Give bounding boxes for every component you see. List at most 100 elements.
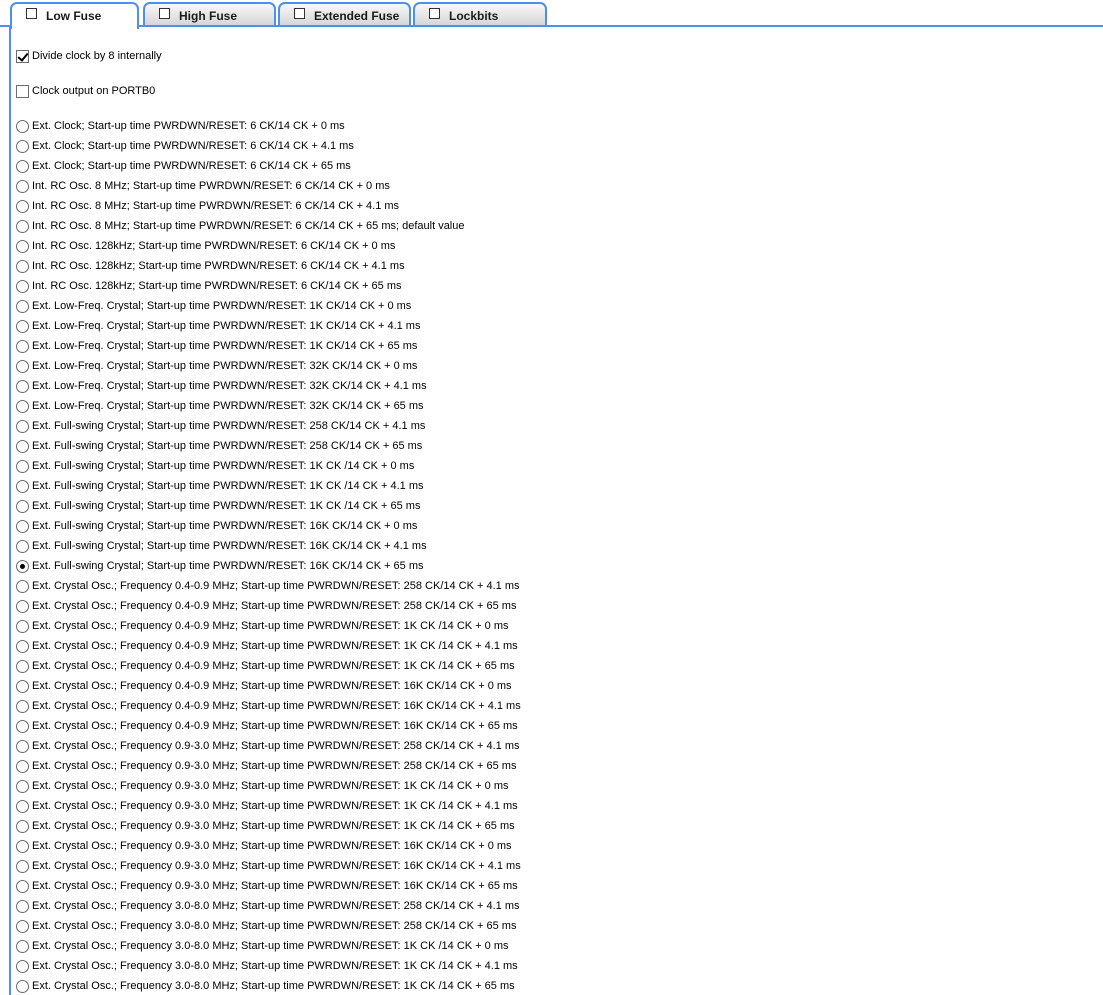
- radio-button[interactable]: [16, 719, 29, 733]
- clock-option-row[interactable]: Int. RC Osc. 8 MHz; Start-up time PWRDWN…: [16, 218, 465, 234]
- tab-high-fuse[interactable]: High Fuse: [143, 2, 276, 25]
- radio-button[interactable]: [16, 239, 29, 253]
- radio-button[interactable]: [16, 479, 29, 493]
- clock-option-row[interactable]: Ext. Crystal Osc.; Frequency 0.9-3.0 MHz…: [16, 838, 512, 854]
- clock-option-row[interactable]: Int. RC Osc. 8 MHz; Start-up time PWRDWN…: [16, 198, 399, 214]
- radio-button[interactable]: [16, 919, 29, 933]
- radio-button[interactable]: [16, 499, 29, 513]
- radio-button[interactable]: [16, 939, 29, 953]
- radio-button[interactable]: [16, 759, 29, 773]
- radio-button[interactable]: [16, 739, 29, 753]
- radio-button[interactable]: [16, 559, 29, 573]
- radio-button[interactable]: [16, 279, 29, 293]
- clock-option-row[interactable]: Int. RC Osc. 8 MHz; Start-up time PWRDWN…: [16, 178, 390, 194]
- radio-button[interactable]: [16, 879, 29, 893]
- clock-option-row[interactable]: Int. RC Osc. 128kHz; Start-up time PWRDW…: [16, 258, 405, 274]
- radio-button[interactable]: [16, 299, 29, 313]
- clock-option-row[interactable]: Ext. Full-swing Crystal; Start-up time P…: [16, 558, 424, 574]
- radio-button[interactable]: [16, 199, 29, 213]
- clock-option-row[interactable]: Ext. Low-Freq. Crystal; Start-up time PW…: [16, 298, 411, 314]
- radio-button[interactable]: [16, 819, 29, 833]
- clock-option-row[interactable]: Ext. Full-swing Crystal; Start-up time P…: [16, 458, 414, 474]
- clock-option-row[interactable]: Ext. Crystal Osc.; Frequency 0.9-3.0 MHz…: [16, 758, 516, 774]
- clock-option-row[interactable]: Ext. Full-swing Crystal; Start-up time P…: [16, 478, 424, 494]
- clock-option-row[interactable]: Ext. Crystal Osc.; Frequency 0.9-3.0 MHz…: [16, 878, 518, 894]
- clock-option-row[interactable]: Int. RC Osc. 128kHz; Start-up time PWRDW…: [16, 278, 402, 294]
- radio-button[interactable]: [16, 439, 29, 453]
- radio-button[interactable]: [16, 219, 29, 233]
- tab-low-fuse[interactable]: Low Fuse: [10, 2, 139, 29]
- radio-button[interactable]: [16, 899, 29, 913]
- tab-checkbox[interactable]: [159, 8, 170, 19]
- checkbox[interactable]: [16, 49, 29, 63]
- tab-checkbox[interactable]: [26, 8, 37, 19]
- clock-option-row[interactable]: Ext. Full-swing Crystal; Start-up time P…: [16, 518, 417, 534]
- radio-button[interactable]: [16, 579, 29, 593]
- clock-option-row[interactable]: Ext. Crystal Osc.; Frequency 0.4-0.9 MHz…: [16, 598, 516, 614]
- clock-option-row[interactable]: Ext. Clock; Start-up time PWRDWN/RESET: …: [16, 138, 354, 154]
- radio-button[interactable]: [16, 979, 29, 993]
- checkbox-clock-output[interactable]: Clock output on PORTB0: [16, 83, 155, 99]
- tab-checkbox[interactable]: [294, 8, 305, 19]
- radio-button[interactable]: [16, 339, 29, 353]
- clock-option-row[interactable]: Ext. Crystal Osc.; Frequency 0.4-0.9 MHz…: [16, 678, 512, 694]
- clock-option-row[interactable]: Ext. Crystal Osc.; Frequency 3.0-8.0 MHz…: [16, 918, 516, 934]
- radio-button[interactable]: [16, 359, 29, 373]
- clock-option-row[interactable]: Ext. Low-Freq. Crystal; Start-up time PW…: [16, 398, 424, 414]
- radio-button[interactable]: [16, 459, 29, 473]
- radio-button[interactable]: [16, 959, 29, 973]
- radio-button[interactable]: [16, 779, 29, 793]
- clock-option-row[interactable]: Ext. Low-Freq. Crystal; Start-up time PW…: [16, 338, 417, 354]
- clock-option-row[interactable]: Ext. Full-swing Crystal; Start-up time P…: [16, 498, 420, 514]
- clock-option-row[interactable]: Ext. Full-swing Crystal; Start-up time P…: [16, 438, 422, 454]
- tab-extended-fuse[interactable]: Extended Fuse: [278, 2, 411, 25]
- radio-button[interactable]: [16, 399, 29, 413]
- clock-option-row[interactable]: Ext. Clock; Start-up time PWRDWN/RESET: …: [16, 158, 351, 174]
- clock-option-row[interactable]: Ext. Crystal Osc.; Frequency 3.0-8.0 MHz…: [16, 978, 515, 994]
- radio-button[interactable]: [16, 119, 29, 133]
- clock-option-row[interactable]: Ext. Low-Freq. Crystal; Start-up time PW…: [16, 378, 427, 394]
- radio-button[interactable]: [16, 699, 29, 713]
- radio-button[interactable]: [16, 139, 29, 153]
- radio-button[interactable]: [16, 619, 29, 633]
- tab-checkbox[interactable]: [429, 8, 440, 19]
- tab-lockbits[interactable]: Lockbits: [413, 2, 547, 25]
- clock-option-row[interactable]: Ext. Crystal Osc.; Frequency 0.4-0.9 MHz…: [16, 578, 520, 594]
- radio-button[interactable]: [16, 259, 29, 273]
- radio-button[interactable]: [16, 539, 29, 553]
- radio-button[interactable]: [16, 179, 29, 193]
- clock-option-row[interactable]: Ext. Crystal Osc.; Frequency 0.9-3.0 MHz…: [16, 858, 521, 874]
- clock-option-row[interactable]: Ext. Crystal Osc.; Frequency 0.4-0.9 MHz…: [16, 638, 518, 654]
- radio-button[interactable]: [16, 639, 29, 653]
- radio-button[interactable]: [16, 419, 29, 433]
- radio-button[interactable]: [16, 379, 29, 393]
- checkbox[interactable]: [16, 84, 29, 98]
- clock-option-row[interactable]: Ext. Crystal Osc.; Frequency 0.4-0.9 MHz…: [16, 618, 509, 634]
- clock-option-row[interactable]: Ext. Crystal Osc.; Frequency 3.0-8.0 MHz…: [16, 898, 520, 914]
- radio-button[interactable]: [16, 319, 29, 333]
- clock-option-row[interactable]: Ext. Crystal Osc.; Frequency 0.9-3.0 MHz…: [16, 778, 509, 794]
- radio-button[interactable]: [16, 659, 29, 673]
- clock-option-row[interactable]: Int. RC Osc. 128kHz; Start-up time PWRDW…: [16, 238, 395, 254]
- clock-option-row[interactable]: Ext. Crystal Osc.; Frequency 0.4-0.9 MHz…: [16, 698, 521, 714]
- clock-option-row[interactable]: Ext. Crystal Osc.; Frequency 0.9-3.0 MHz…: [16, 798, 518, 814]
- radio-button[interactable]: [16, 159, 29, 173]
- radio-button[interactable]: [16, 859, 29, 873]
- radio-button[interactable]: [16, 599, 29, 613]
- checkbox-divide-clock[interactable]: Divide clock by 8 internally: [16, 48, 162, 64]
- clock-option-row[interactable]: Ext. Crystal Osc.; Frequency 3.0-8.0 MHz…: [16, 938, 509, 954]
- radio-button[interactable]: [16, 679, 29, 693]
- clock-option-row[interactable]: Ext. Low-Freq. Crystal; Start-up time PW…: [16, 358, 417, 374]
- clock-option-row[interactable]: Ext. Low-Freq. Crystal; Start-up time PW…: [16, 318, 420, 334]
- radio-button[interactable]: [16, 519, 29, 533]
- clock-option-row[interactable]: Ext. Crystal Osc.; Frequency 3.0-8.0 MHz…: [16, 958, 518, 974]
- radio-button[interactable]: [16, 839, 29, 853]
- clock-option-row[interactable]: Ext. Full-swing Crystal; Start-up time P…: [16, 418, 425, 434]
- clock-option-row[interactable]: Ext. Clock; Start-up time PWRDWN/RESET: …: [16, 118, 345, 134]
- clock-option-row[interactable]: Ext. Crystal Osc.; Frequency 0.9-3.0 MHz…: [16, 818, 515, 834]
- clock-option-row[interactable]: Ext. Crystal Osc.; Frequency 0.4-0.9 MHz…: [16, 718, 518, 734]
- clock-option-row[interactable]: Ext. Crystal Osc.; Frequency 0.4-0.9 MHz…: [16, 658, 515, 674]
- clock-option-row[interactable]: Ext. Crystal Osc.; Frequency 0.9-3.0 MHz…: [16, 738, 520, 754]
- radio-button[interactable]: [16, 799, 29, 813]
- clock-option-row[interactable]: Ext. Full-swing Crystal; Start-up time P…: [16, 538, 427, 554]
